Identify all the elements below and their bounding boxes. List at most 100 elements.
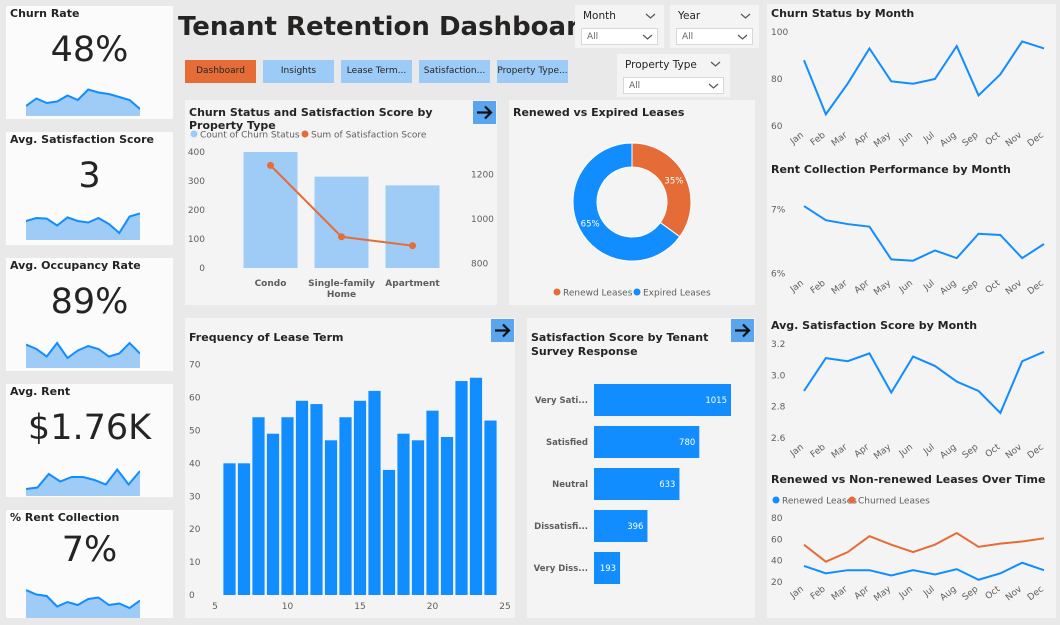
property-type-slicer[interactable]: Property Type All (617, 54, 730, 97)
nav-lease-term-button[interactable]: Lease Term... (341, 60, 412, 83)
year-dropdown[interactable]: All (676, 28, 753, 45)
legend-label: Renewed Leases (782, 497, 857, 507)
bar (266, 433, 280, 595)
x-tick-label: Condo (255, 279, 287, 289)
arrow-right-icon (477, 105, 493, 120)
bar (310, 404, 323, 595)
x-tick-label: Home (327, 290, 356, 300)
y-tick-label: 80 (771, 514, 783, 524)
bar (281, 417, 294, 595)
y-tick-label: 20 (189, 525, 201, 535)
x-tick-label: Dec (1026, 278, 1046, 297)
x-tick-label: Nov (1004, 442, 1025, 461)
lease-term-bar-chart: 0 10 20 30 40 50 60 70 5 10 15 20 25 (189, 361, 511, 612)
series-line (803, 40, 1045, 117)
y2-tick-label: 1000 (471, 215, 494, 225)
x-tick-label: Feb (809, 442, 828, 460)
y-tick-label: Satisfied (546, 438, 588, 448)
x-tick-label: Apr (853, 584, 872, 602)
series-line (803, 531, 1045, 563)
y-tick-label: 6% (771, 270, 786, 280)
legend-label: Sum of Satisfaction Score (311, 131, 427, 141)
bar (368, 390, 381, 595)
kpi-value: 48% (50, 30, 129, 70)
x-tick-label: Mar (830, 278, 850, 297)
rent-collection-by-month-chart: 6% 7% Jan Feb Mar Apr May Jun Jul Aug Sep Oct Nov Dec (771, 205, 1046, 298)
month-slicer[interactable]: Month All (575, 5, 664, 48)
renewed-expired-panel: Renewed vs Expired Leases 35% 65% Renewd L… (509, 100, 755, 305)
drill-arrow-button[interactable] (491, 319, 514, 342)
x-tick-label: Dec (1026, 130, 1046, 149)
legend-label: Churned Leases (858, 497, 930, 507)
chart-title: Rent Collection Performance by Month (771, 163, 1011, 176)
kpi-value: $1.76K (27, 408, 152, 448)
legend-label: Renewd Leases (563, 289, 633, 299)
x-tick-label: Single-family (308, 279, 375, 289)
bar (397, 433, 410, 595)
nav-insights-button[interactable]: Insights (263, 60, 334, 83)
bar (426, 410, 439, 595)
y-tick-label: 10 (189, 558, 201, 568)
y-tick-label: 20 (771, 578, 783, 588)
bar (469, 377, 483, 595)
x-tick-label: Feb (809, 278, 828, 296)
series-line (803, 561, 1045, 581)
legend-marker (848, 496, 856, 504)
slice-label: 35% (664, 177, 683, 187)
bar (339, 417, 352, 595)
month-dropdown[interactable]: All (581, 28, 658, 45)
x-tick-label: Sep (961, 130, 981, 149)
combo-chart: Count of Churn Status Sum of Satisfaction… (188, 130, 494, 300)
y-tick-label: 2.8 (771, 403, 786, 413)
year-slicer[interactable]: Year All (670, 5, 759, 48)
legend-marker (553, 288, 561, 296)
nav-satisfaction-button[interactable]: Satisfaction... (419, 60, 490, 83)
nav-property-type-button[interactable]: Property Type... (497, 60, 568, 83)
property-type-dropdown[interactable]: All (623, 77, 724, 94)
y-tick-label: 60 (771, 122, 783, 132)
x-tick-label: Oct (984, 130, 1003, 148)
bar (353, 400, 367, 595)
x-tick-label: Aug (939, 278, 959, 297)
bar (484, 420, 497, 595)
nav-dashboard-button[interactable]: Dashboard (185, 60, 256, 83)
bar (314, 176, 369, 268)
x-tick-label: Sep (961, 278, 981, 297)
year-dropdown-value: All (682, 32, 694, 42)
x-tick-label: Nov (1004, 130, 1025, 149)
kpi-label: Avg. Occupancy Rate (10, 259, 141, 272)
chevron-down-icon[interactable] (645, 12, 656, 20)
legend-label: Expired Leases (643, 289, 711, 299)
legend-marker (301, 130, 309, 138)
sparkline-area (26, 343, 140, 368)
arrow-right-icon (735, 323, 751, 338)
chevron-down-icon[interactable] (710, 60, 721, 68)
data-label: 780 (679, 438, 695, 448)
chevron-down-icon[interactable] (740, 12, 751, 20)
x-tick-label: Jul (921, 278, 937, 293)
y-tick-label: 2.6 (771, 434, 786, 444)
bar (243, 152, 298, 268)
kpi-sparkline (26, 88, 140, 116)
x-tick-label: Aug (939, 442, 959, 461)
month-dropdown-value: All (587, 32, 599, 42)
kpi-card-avg-satisfaction: Avg. Satisfaction Score 3 (6, 132, 173, 245)
x-tick-label: Jan (788, 584, 806, 601)
drill-arrow-button[interactable] (731, 319, 754, 342)
x-tick-label: Jun (897, 130, 915, 147)
data-label: 633 (659, 480, 675, 490)
y-tick-label: 60 (189, 394, 201, 404)
y-tick-label: 7% (771, 205, 786, 215)
y2-tick-label: 1200 (471, 170, 494, 180)
x-tick-label: Jul (921, 442, 937, 457)
x-tick-label: Apr (853, 442, 872, 460)
drill-arrow-button[interactable] (473, 101, 496, 124)
x-tick-label: Mar (830, 584, 850, 603)
bar (324, 440, 338, 595)
y-tick-label: 50 (189, 426, 201, 436)
kpi-value: 3 (78, 156, 101, 196)
x-tick-label: 10 (282, 602, 294, 612)
kpi-card-churn-rate: Churn Rate 48% (6, 6, 173, 119)
x-tick-label: Nov (1004, 278, 1025, 297)
y-tick-label: 200 (188, 206, 205, 216)
